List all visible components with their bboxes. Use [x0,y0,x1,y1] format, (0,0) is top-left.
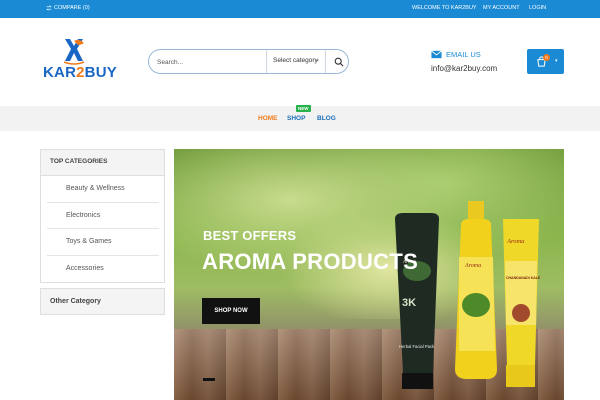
logo-text-2: 2 [76,64,85,81]
black-tube-product: 3K Aroma Herbal Facial Pack [395,213,439,389]
nav-blog[interactable]: BLOG [317,115,336,122]
logo-text-kar: KAR [43,64,77,81]
top-categories-title: TOP CATEGORIES [41,150,164,176]
main-nav: HOME SHOP NEW BLOG [0,105,600,131]
shop-now-button[interactable]: SHOP NOW [202,298,260,324]
chevron-down-icon: ⌄ [314,57,320,63]
yellow-bottle-product: Aroma [455,201,497,379]
search-input[interactable] [157,56,265,68]
chevron-down-icon: ▾ [555,58,558,64]
new-badge: NEW [296,105,311,112]
logo-wordmark: KAR2BUY [43,64,117,81]
email-us-label: EMAIL US [446,50,481,59]
category-item-beauty[interactable]: Beauty & Wellness [47,176,159,203]
hero-banner: 3K Aroma Herbal Facial Pack Aroma Aroma … [174,149,564,400]
product-sub-3: CHANDANADI KALE [506,276,541,280]
top-bar: COMPARE (0) WELCOME TO KAR2BUY MY ACCOUN… [0,0,600,18]
product-label-2: Aroma [464,263,481,269]
product-label-3: Aroma [506,238,524,245]
my-account-link[interactable]: MY ACCOUNT [483,5,520,11]
login-link[interactable]: LOGIN [529,5,546,11]
svg-text:3K: 3K [402,297,416,309]
banner-kicker: BEST OFFERS [203,228,297,243]
site-logo[interactable]: KAR2BUY [43,37,117,87]
nav-shop[interactable]: SHOP [287,115,305,122]
compare-link[interactable]: COMPARE (0) [46,5,90,11]
envelope-icon [431,50,442,59]
category-item-accessories[interactable]: Accessories [47,256,159,283]
category-select[interactable]: Select category ⌄ [266,50,326,73]
category-select-label: Select category [273,57,318,64]
search-button[interactable] [328,50,348,73]
compare-icon [46,5,52,11]
cart-button[interactable]: 0 ▾ [527,49,564,74]
contact-block: EMAIL US info@kar2buy.com [431,50,497,73]
product-sub-1: Herbal Facial Pack [399,344,435,349]
chandanadi-tube-product: Aroma CHANDANADI KALE [503,219,541,387]
banner-title: AROMA PRODUCTS [202,249,419,274]
welcome-text: WELCOME TO KAR2BUY [412,5,477,11]
logo-mark-icon [63,39,85,65]
slider-indicator[interactable] [203,378,215,381]
email-us-row: EMAIL US [431,50,497,59]
compare-label: COMPARE (0) [54,5,90,11]
nav-home[interactable]: HOME [258,115,278,122]
category-item-toys[interactable]: Toys & Games [47,229,159,256]
logo-text-buy: BUY [84,64,117,81]
category-item-electronics[interactable]: Electronics [47,203,159,229]
aroma-products-image: 3K Aroma Herbal Facial Pack Aroma Aroma … [395,201,541,389]
other-category-toggle[interactable]: Other Category [40,288,165,315]
category-sidebar: TOP CATEGORIES Beauty & Wellness Electro… [40,149,165,315]
email-address[interactable]: info@kar2buy.com [431,64,497,73]
search-icon [334,57,343,66]
top-categories-box: TOP CATEGORIES Beauty & Wellness Electro… [40,149,165,283]
cart-count-badge: 0 [543,54,550,61]
search-bar: Select category ⌄ [148,49,349,74]
